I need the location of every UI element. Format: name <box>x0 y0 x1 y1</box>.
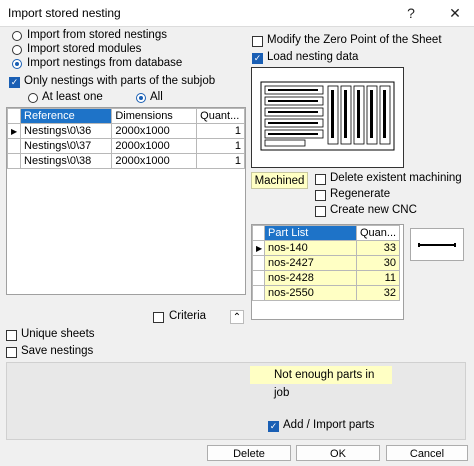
collapse-button[interactable]: ⌃ <box>230 310 244 324</box>
load-nesting-data-checkbox[interactable]: ✓ <box>252 53 263 64</box>
delete-machining-label: Delete existent machining <box>330 172 462 184</box>
row-marker <box>6 153 22 169</box>
radio-import-stored-modules[interactable] <box>12 45 22 55</box>
cell-part[interactable]: nos-140 <box>264 240 357 256</box>
cell-quantity[interactable]: 32 <box>356 285 400 301</box>
chevron-up-icon: ⌃ <box>232 312 242 323</box>
column-header-quantity[interactable]: Quan... <box>356 225 400 241</box>
regenerate-label: Regenerate <box>330 188 391 200</box>
header-corner <box>252 225 265 241</box>
all-label: All <box>150 91 163 103</box>
window-title: Import stored nesting <box>8 6 121 20</box>
machined-label: Machined <box>251 172 308 189</box>
parts-table: Part List Quan... ▶ nos-140 33 nos-2427 … <box>251 224 404 320</box>
cell-dimensions[interactable]: 2000x1000 <box>111 153 198 169</box>
table-row[interactable]: nos-2427 30 <box>252 255 400 271</box>
at-least-one-label: At least one <box>42 91 103 103</box>
unique-sheets-checkbox[interactable] <box>6 330 17 341</box>
cell-reference[interactable]: Nestings\0\38 <box>20 153 113 169</box>
nestings-table: Reference Dimensions Quant... ▶ Nestings… <box>6 107 246 295</box>
column-header-reference[interactable]: Reference <box>20 108 113 124</box>
modify-zero-checkbox[interactable] <box>252 36 263 47</box>
regenerate-checkbox[interactable] <box>315 190 326 201</box>
column-header-part-list[interactable]: Part List <box>264 225 357 241</box>
table-row[interactable]: ▶ Nestings\0\36 2000x1000 1 <box>6 123 245 139</box>
cell-dimensions[interactable]: 2000x1000 <box>111 138 198 154</box>
table-row[interactable]: Nestings\0\38 2000x1000 1 <box>6 153 245 169</box>
radio-at-least-one[interactable] <box>28 93 38 103</box>
row-pointer-icon: ▶ <box>6 123 22 139</box>
criteria-label: Criteria <box>169 310 207 322</box>
unique-sheets-label: Unique sheets <box>21 328 95 340</box>
help-button[interactable]: ? <box>396 2 426 24</box>
nesting-preview <box>251 67 404 168</box>
not-enough-parts-label: Not enough parts in job <box>268 366 392 399</box>
cell-quantity[interactable]: 30 <box>356 255 400 271</box>
load-nesting-data-label: Load nesting data <box>267 51 359 63</box>
close-icon: ✕ <box>449 5 461 21</box>
header-corner <box>6 108 22 124</box>
row-pointer-icon: ▶ <box>252 240 265 256</box>
column-header-dimensions[interactable]: Dimensions <box>111 108 198 124</box>
delete-button[interactable]: Delete <box>207 445 291 461</box>
row-marker <box>252 285 265 301</box>
save-nestings-checkbox[interactable] <box>6 347 17 358</box>
add-import-label: Add / Import parts <box>283 419 375 431</box>
table-row[interactable]: nos-2428 11 <box>252 270 400 286</box>
criteria-checkbox[interactable] <box>153 312 164 323</box>
column-header-quantity[interactable]: Quant... <box>196 108 245 124</box>
cell-reference[interactable]: Nestings\0\37 <box>20 138 113 154</box>
part-preview-drawing <box>418 243 456 247</box>
row-marker <box>6 138 22 154</box>
cell-reference[interactable]: Nestings\0\36 <box>20 123 113 139</box>
cell-dimensions[interactable]: 2000x1000 <box>111 123 198 139</box>
table-row[interactable]: Nestings\0\37 2000x1000 1 <box>6 138 245 154</box>
radio-import-nestings-database[interactable] <box>12 59 22 69</box>
radio-label-import-stored-modules: Import stored modules <box>27 43 142 55</box>
cell-quantity[interactable]: 1 <box>196 153 245 169</box>
cancel-button[interactable]: Cancel <box>386 445 468 461</box>
cell-quantity[interactable]: 11 <box>356 270 400 286</box>
row-marker <box>252 270 265 286</box>
delete-machining-checkbox[interactable] <box>315 174 326 185</box>
save-nestings-label: Save nestings <box>21 345 94 357</box>
radio-all[interactable] <box>136 93 146 103</box>
cell-part[interactable]: nos-2550 <box>264 285 357 301</box>
parts-table-header: Part List Quan... <box>252 225 400 241</box>
cell-quantity[interactable]: 1 <box>196 138 245 154</box>
only-subjob-label: Only nestings with parts of the subjob <box>24 75 216 87</box>
radio-label-import-stored-nestings: Import from stored nestings <box>27 29 167 41</box>
modify-zero-label: Modify the Zero Point of the Sheet <box>267 34 442 46</box>
only-subjob-checkbox[interactable]: ✓ <box>9 77 20 88</box>
table-row[interactable]: nos-2550 32 <box>252 285 400 301</box>
part-preview <box>410 228 464 261</box>
cell-part[interactable]: nos-2428 <box>264 270 357 286</box>
cell-quantity[interactable]: 33 <box>356 240 400 256</box>
nesting-preview-drawing <box>260 81 395 151</box>
table-row[interactable]: ▶ nos-140 33 <box>252 240 400 256</box>
options-panel <box>6 362 466 440</box>
legend-swatch <box>250 366 268 384</box>
create-cnc-label: Create new CNC <box>330 204 417 216</box>
radio-label-import-nestings-database: Import nestings from database <box>27 57 183 69</box>
close-button[interactable]: ✕ <box>440 2 470 24</box>
row-marker <box>252 255 265 271</box>
create-cnc-checkbox[interactable] <box>315 206 326 217</box>
ok-button[interactable]: OK <box>296 445 380 461</box>
radio-import-stored-nestings[interactable] <box>12 31 22 41</box>
nestings-table-header: Reference Dimensions Quant... <box>6 108 245 124</box>
cell-part[interactable]: nos-2427 <box>264 255 357 271</box>
cell-quantity[interactable]: 1 <box>196 123 245 139</box>
add-import-checkbox[interactable]: ✓ <box>268 421 279 432</box>
